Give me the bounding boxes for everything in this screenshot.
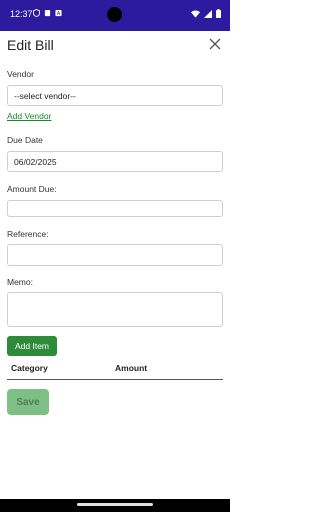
reference-field[interactable] (7, 244, 223, 266)
due-date-label: Due Date (7, 135, 43, 145)
vendor-label: Vendor (7, 69, 34, 79)
navigation-bar (0, 499, 230, 512)
save-button[interactable]: Save (7, 389, 49, 415)
due-date-value: 06/02/2025 (14, 156, 57, 167)
column-header-category: Category (11, 363, 48, 373)
column-header-amount: Amount (115, 363, 148, 373)
svg-text:A: A (57, 11, 61, 17)
vendor-select[interactable]: --select vendor-- (7, 85, 223, 106)
due-date-field[interactable]: 06/02/2025 (7, 151, 223, 172)
signal-icon (204, 9, 212, 18)
status-bar: 12:37 A (0, 0, 230, 31)
amount-due-field[interactable] (7, 200, 223, 217)
add-vendor-link[interactable]: Add Vendor (7, 111, 51, 121)
memo-label: Memo: (7, 277, 33, 287)
status-time: 12:37 (10, 9, 33, 19)
battery-icon (216, 9, 221, 18)
a-box-icon: A (55, 9, 62, 17)
amount-due-label: Amount Due: (7, 184, 57, 194)
table-divider (7, 379, 223, 380)
shield-icon (33, 9, 40, 17)
page-title: Edit Bill (7, 37, 54, 53)
reference-label: Reference: (7, 229, 49, 239)
memo-field[interactable] (7, 292, 223, 327)
home-gesture-pill[interactable] (77, 503, 153, 506)
close-icon[interactable] (208, 37, 222, 51)
sim-icon (44, 9, 51, 17)
camera-cutout (107, 7, 122, 22)
wifi-icon (191, 10, 200, 18)
status-left-icons: A (33, 9, 62, 17)
vendor-select-value: --select vendor-- (14, 90, 76, 101)
add-item-button[interactable]: Add Item (7, 336, 57, 356)
status-right-icons (191, 9, 221, 18)
